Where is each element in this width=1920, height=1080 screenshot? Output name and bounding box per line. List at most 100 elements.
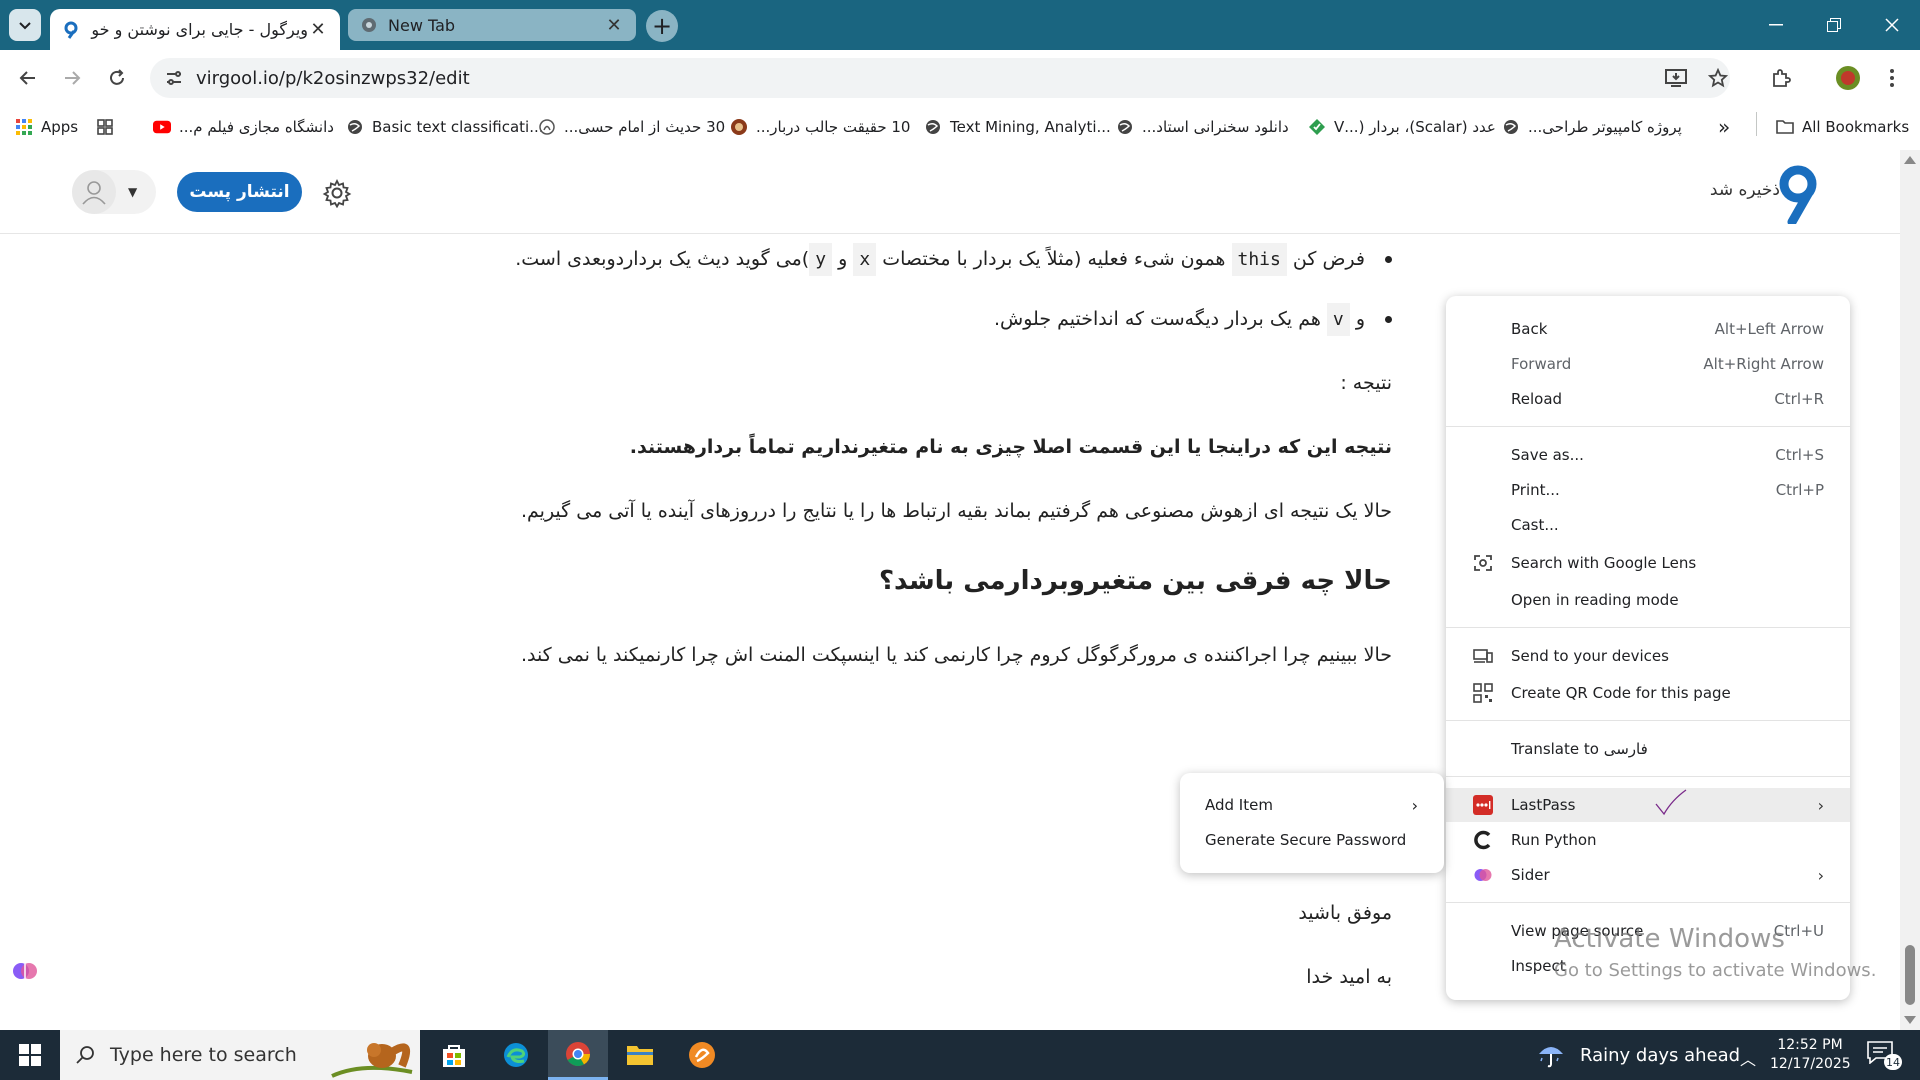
bookmark-item[interactable]: دانلود سخنرانی استاد... — [1116, 116, 1289, 138]
restore-button[interactable] — [1806, 0, 1862, 50]
bookmark-apps[interactable]: Apps — [15, 116, 78, 138]
menu-item-run-python[interactable]: Run Python — [1446, 823, 1850, 857]
system-clock[interactable]: 12:52 PM 12/17/2025 — [1770, 1036, 1851, 1074]
bookmark-item[interactable]: دانشگاه مجازی فیلم م... — [153, 116, 334, 138]
bookmark-item[interactable]: 10 حقیقت جالب دربار... — [730, 116, 910, 138]
bookmark-item[interactable]: عدد (Scalar)، بردار (...V — [1308, 116, 1496, 138]
page-scrollbar[interactable] — [1900, 150, 1920, 1030]
scroll-thumb[interactable] — [1905, 945, 1915, 1005]
more-bookmarks-button[interactable]: » — [1718, 115, 1730, 139]
menu-label: Save as... — [1511, 446, 1584, 464]
menu-label: Generate Secure Password — [1205, 831, 1407, 849]
text-span: و — [1355, 308, 1365, 330]
globe-icon — [1502, 118, 1520, 136]
paragraph: به امید خدا — [1306, 966, 1392, 988]
install-app-button[interactable] — [1658, 60, 1694, 96]
menu-item-reload[interactable]: Reload Ctrl+R — [1446, 382, 1850, 416]
bookmark-label: Apps — [41, 118, 79, 136]
sider-brain-icon[interactable] — [10, 956, 40, 986]
bookmark-label: دانشگاه مجازی فیلم م... — [179, 118, 334, 136]
tab-virgool[interactable]: ویرگول - جایی برای نوشتن و خواندن ✕ — [50, 9, 340, 50]
store-icon — [443, 1045, 465, 1067]
bookmark-star-button[interactable] — [1700, 60, 1736, 96]
menu-label: Back — [1511, 320, 1548, 338]
pen-mark-icon — [1655, 789, 1687, 816]
gear-icon[interactable] — [322, 178, 352, 208]
menu-item-view-source[interactable]: View page source Ctrl+U — [1446, 914, 1850, 948]
menu-item-sider[interactable]: Sider › — [1446, 858, 1850, 892]
avatar — [72, 170, 116, 214]
tab-close-icon[interactable]: ✕ — [308, 19, 328, 40]
tab-strip: ویرگول - جایی برای نوشتن و خواندن ✕ New … — [0, 0, 1920, 50]
menu-item-lastpass[interactable]: LastPass › — [1446, 788, 1850, 822]
menu-item-save-as[interactable]: Save as... Ctrl+S — [1446, 438, 1850, 472]
close-window-button[interactable] — [1864, 0, 1920, 50]
umbrella-icon — [1539, 1047, 1563, 1068]
taskbar-store[interactable] — [424, 1030, 484, 1080]
submenu-item-add-item[interactable]: Add Item › — [1180, 788, 1444, 822]
bookmarks-bar: Apps دانشگاه مجازی فیلم م... Basic text … — [0, 106, 1920, 146]
tab-search-button[interactable] — [9, 9, 41, 41]
menu-shortcut: Ctrl+P — [1775, 481, 1824, 499]
submenu-item-generate-password[interactable]: Generate Secure Password — [1180, 823, 1444, 857]
start-button[interactable] — [0, 1030, 60, 1080]
reload-button[interactable] — [99, 60, 135, 96]
menu-item-send-to-devices[interactable]: Send to your devices — [1446, 639, 1850, 673]
menu-item-inspect[interactable]: Inspect — [1446, 949, 1850, 983]
windows-logo-icon — [19, 1044, 41, 1066]
menu-label: Inspect — [1511, 957, 1566, 975]
site-info-icon[interactable] — [158, 62, 190, 94]
bookmark-item[interactable]: 30 حدیث از امام حسی... — [538, 116, 725, 138]
menu-item-back[interactable]: Back Alt+Left Arrow — [1446, 312, 1850, 346]
text-span: همون شیء فعلیه (مثلاً یک بردار با مختصات — [882, 248, 1226, 270]
run-python-icon — [1472, 829, 1494, 851]
youtube-icon — [153, 118, 171, 136]
chrome-icon — [566, 1041, 590, 1066]
menu-item-forward[interactable]: Forward Alt+Right Arrow — [1446, 347, 1850, 381]
menu-item-reading-mode[interactable]: Open in reading mode — [1446, 583, 1850, 617]
taskbar-file-explorer[interactable] — [610, 1030, 670, 1080]
address-bar[interactable]: virgool.io/p/k2osinzwps32/edit — [150, 58, 1730, 98]
back-button[interactable] — [10, 60, 46, 96]
taskbar-app-orange[interactable] — [672, 1030, 732, 1080]
menu-item-google-lens[interactable]: Search with Google Lens — [1446, 546, 1850, 580]
bookmark-item[interactable]: Text Mining, Analyti... — [924, 116, 1111, 138]
user-menu[interactable]: ▼ — [72, 170, 156, 214]
bookmark-item[interactable]: Basic text classificati... — [346, 116, 544, 138]
taskbar-search[interactable]: Type here to search — [60, 1030, 420, 1080]
search-icon — [60, 1045, 110, 1065]
chevron-up-icon[interactable]: ︿ — [1740, 1046, 1756, 1070]
taskbar-edge[interactable] — [486, 1030, 546, 1080]
minimize-button[interactable] — [1748, 0, 1804, 50]
profile-avatar[interactable] — [1830, 60, 1866, 96]
bookmark-tab-groups[interactable] — [96, 116, 122, 138]
notification-center[interactable]: 14 — [1866, 1040, 1902, 1070]
menu-divider — [1446, 627, 1850, 628]
virgool-logo-icon[interactable] — [1774, 164, 1822, 224]
weather-widget[interactable]: Rainy days ahead — [1536, 1030, 1740, 1080]
lastpass-submenu: Add Item › Generate Secure Password — [1180, 773, 1444, 873]
publish-post-button[interactable]: انتشار پست — [177, 172, 302, 212]
forward-button[interactable] — [54, 60, 90, 96]
taskbar-chrome[interactable] — [548, 1030, 608, 1080]
chevron-right-icon: › — [1817, 795, 1824, 815]
scroll-up-icon[interactable] — [1904, 156, 1916, 164]
menu-item-print[interactable]: Print... Ctrl+P — [1446, 473, 1850, 507]
bookmark-item[interactable]: پروژه کامپیوتر طراحی... — [1502, 116, 1682, 138]
new-tab-button[interactable]: + — [646, 10, 678, 42]
tab-new-tab[interactable]: New Tab ✕ — [348, 9, 636, 41]
extensions-button[interactable] — [1763, 60, 1799, 96]
site-icon — [538, 118, 556, 136]
menu-item-qr-code[interactable]: Create QR Code for this page — [1446, 676, 1850, 710]
search-placeholder: Type here to search — [110, 1044, 297, 1066]
arrow-right-icon — [65, 71, 81, 85]
all-bookmarks-folder[interactable]: All Bookmarks — [1776, 116, 1909, 138]
menu-item-translate[interactable]: Translate to فارسی — [1446, 732, 1850, 766]
menu-item-cast[interactable]: Cast... — [1446, 508, 1850, 542]
reload-icon — [110, 69, 124, 85]
tab-close-icon[interactable]: ✕ — [604, 15, 624, 36]
scroll-down-icon[interactable] — [1904, 1016, 1916, 1024]
chrome-menu-button[interactable] — [1874, 60, 1910, 96]
edge-icon — [504, 1043, 528, 1067]
inline-code: y — [809, 243, 833, 276]
